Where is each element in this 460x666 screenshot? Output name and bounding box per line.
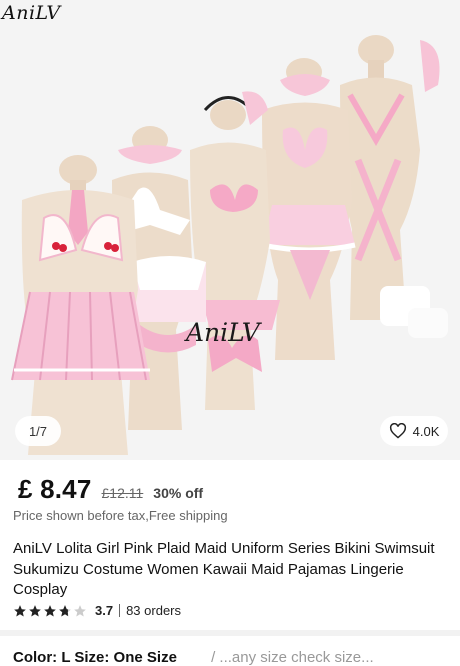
rating-summary[interactable]: 3.7 83 orders xyxy=(13,603,181,618)
star-full-icon xyxy=(14,604,26,617)
heart-outline-icon xyxy=(389,423,406,439)
discount-badge: 30% off xyxy=(153,485,204,501)
image-counter: 1/7 xyxy=(15,416,61,446)
current-price: £ 8.47 xyxy=(18,474,92,504)
rating-divider xyxy=(119,604,121,617)
star-full-icon xyxy=(44,604,56,617)
like-button[interactable]: 4.0K xyxy=(380,416,448,446)
brand-logo: AniLV xyxy=(2,2,61,24)
product-title: AniLV Lolita Girl Pink Plaid Maid Unifor… xyxy=(13,540,435,598)
price-row: £ 8.47 £12.11 30% off xyxy=(18,474,203,505)
watermark: AniLV xyxy=(186,318,260,347)
variant-label: Color: L Size: One Size xyxy=(13,649,177,666)
star-full-icon xyxy=(29,604,41,617)
variant-selector[interactable]: Color: L Size: One Size / ...any size ch… xyxy=(13,649,374,666)
star-rating xyxy=(13,604,87,618)
variant-more: / ...any size check size... xyxy=(211,649,374,666)
section-divider xyxy=(0,630,460,636)
product-gallery[interactable]: AniLV AniLV 1/7 4.0K xyxy=(0,0,460,460)
price-note: Price shown before tax,Free shipping xyxy=(13,508,228,523)
star-empty-icon xyxy=(74,604,86,617)
like-count: 4.0K xyxy=(412,423,440,439)
rating-value: 3.7 xyxy=(95,603,114,618)
product-photo xyxy=(0,0,460,460)
star-partial-icon xyxy=(59,604,71,617)
orders-count: 83 orders xyxy=(126,603,181,618)
original-price: £12.11 xyxy=(101,485,144,501)
